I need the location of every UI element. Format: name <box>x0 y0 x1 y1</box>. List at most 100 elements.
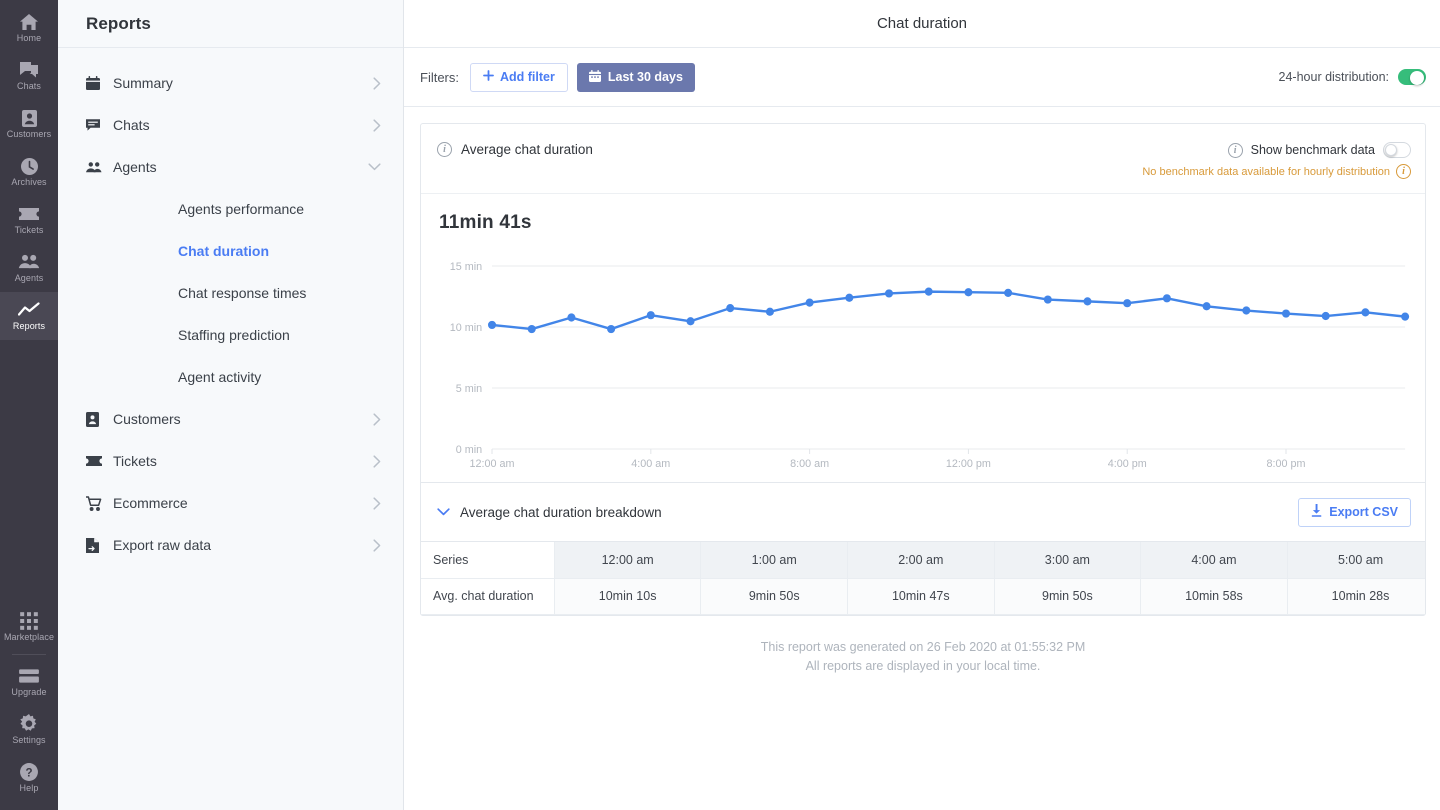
y-axis-tick-label: 0 min <box>456 444 482 456</box>
chart-data-point[interactable] <box>1004 288 1013 297</box>
rail-item-archives[interactable]: Archives <box>0 148 58 196</box>
chart-svg[interactable]: 0 min 5 min 10 min 15 min 12:00 am 4:00 am 8:0… <box>439 250 1411 476</box>
column-header: 5:00 am <box>1287 542 1425 579</box>
sidebar-item-export-raw-data[interactable]: Export raw data <box>58 524 403 566</box>
chart-data-point[interactable] <box>487 320 497 330</box>
chart-data-point[interactable] <box>1123 299 1132 308</box>
info-icon[interactable]: i <box>437 142 452 157</box>
chart-data-point[interactable] <box>1043 295 1052 304</box>
rail-item-reports[interactable]: Reports <box>0 292 58 340</box>
distribution-control: 24-hour distribution: <box>1279 69 1426 85</box>
date-range-label: Last 30 days <box>607 70 683 84</box>
report-content: i Average chat duration i Show benchmark… <box>404 107 1440 810</box>
marketplace-icon <box>20 612 38 630</box>
benchmark-toggle[interactable] <box>1383 142 1411 158</box>
sidebar-subitem-chat-duration[interactable]: Chat duration <box>58 230 403 272</box>
chart-data-point[interactable] <box>1202 302 1211 311</box>
breakdown-header: Average chat duration breakdown Export C… <box>421 482 1425 541</box>
rail-item-tickets[interactable]: Tickets <box>0 196 58 244</box>
chart-data-point[interactable] <box>1083 297 1092 306</box>
sidebar-item-summary[interactable]: Summary <box>58 62 403 104</box>
sidebar-item-ecommerce[interactable]: Ecommerce <box>58 482 403 524</box>
chart-data-point[interactable] <box>805 298 814 307</box>
export-csv-button[interactable]: Export CSV <box>1298 497 1411 527</box>
plus-icon <box>483 70 494 84</box>
chart-data-point[interactable] <box>964 288 973 297</box>
svg-text:?: ? <box>25 767 32 779</box>
chart-data-point[interactable] <box>1401 312 1410 321</box>
chart-data-point[interactable] <box>1242 306 1251 315</box>
add-filter-button[interactable]: Add filter <box>470 62 568 92</box>
sidebar-subitem-label: Chat response times <box>178 285 307 301</box>
rail-item-help[interactable]: ? Help <box>0 754 58 802</box>
chart-line <box>490 290 1407 331</box>
calendar-icon <box>588 69 601 85</box>
sidebar-subitem-staffing-prediction[interactable]: Staffing prediction <box>58 314 403 356</box>
date-range-button[interactable]: Last 30 days <box>576 62 695 92</box>
rail-item-label: Help <box>19 783 39 793</box>
customers-icon <box>18 108 40 128</box>
rail-bottom-group: Marketplace Upgrade Settings ? Help <box>0 603 58 810</box>
sidebar-item-label: Agents <box>113 159 157 175</box>
rail-item-customers[interactable]: Customers <box>0 100 58 148</box>
sidebar-item-agents[interactable]: Agents <box>58 146 403 188</box>
table-row: Avg. chat duration 10min 10s 9min 50s 10… <box>421 578 1425 615</box>
table-header-row: Series 12:00 am 1:00 am 2:00 am 3:00 am … <box>421 542 1425 579</box>
average-value: 11min 41s <box>439 212 532 233</box>
chart-data-point[interactable] <box>884 289 894 298</box>
chart-data-point[interactable] <box>726 303 735 313</box>
benchmark-note-text: No benchmark data available for hourly d… <box>1142 165 1390 178</box>
export-csv-label: Export CSV <box>1329 505 1398 519</box>
chart-data-point[interactable] <box>765 307 774 316</box>
y-axis-tick-label: 5 min <box>456 383 482 395</box>
chart-data-point[interactable] <box>567 313 576 322</box>
table-cell: 10min 47s <box>847 578 995 615</box>
contact-card-icon <box>86 411 104 427</box>
y-axis-tick-label: 10 min <box>450 322 482 334</box>
chart-data-point[interactable] <box>646 311 655 320</box>
tickets-icon <box>19 208 39 220</box>
sidebar-item-customers[interactable]: Customers <box>58 398 403 440</box>
info-icon[interactable]: i <box>1396 164 1411 179</box>
chart-data-point[interactable] <box>1162 294 1171 303</box>
chart-data-point[interactable] <box>845 293 854 302</box>
column-header: 1:00 am <box>700 542 848 579</box>
chevron-right-icon <box>373 454 381 468</box>
rail-item-label: Customers <box>6 129 52 139</box>
info-icon[interactable]: i <box>1227 142 1243 158</box>
rail-item-settings[interactable]: Settings <box>0 706 58 754</box>
rail-item-agents[interactable]: Agents <box>0 244 58 292</box>
agents-icon <box>86 161 104 173</box>
upgrade-icon <box>19 669 39 683</box>
app-nav-rail: Home Chats Customers Archives Tickets Ag… <box>0 0 58 810</box>
top-bar: Chat duration <box>404 0 1440 48</box>
chevron-right-icon <box>373 412 381 426</box>
chart-data-point[interactable] <box>1281 309 1291 318</box>
rail-item-upgrade[interactable]: Upgrade <box>0 658 58 706</box>
chart-data-point[interactable] <box>607 324 616 334</box>
card-header: i Average chat duration i Show benchmark… <box>421 124 1425 194</box>
chevron-right-icon <box>373 496 381 510</box>
main-content: Chat duration Filters: Add filter Last 3… <box>404 0 1440 810</box>
sidebar-item-tickets[interactable]: Tickets <box>58 440 403 482</box>
rail-item-label: Marketplace <box>3 632 55 642</box>
breakdown-table: Series 12:00 am 1:00 am 2:00 am 3:00 am … <box>421 542 1425 615</box>
sidebar-subitem-agents-performance[interactable]: Agents performance <box>58 188 403 230</box>
rail-item-home[interactable]: Home <box>0 4 58 52</box>
sidebar-item-chats[interactable]: Chats <box>58 104 403 146</box>
chart-data-point[interactable] <box>1361 308 1370 317</box>
rail-item-marketplace[interactable]: Marketplace <box>0 603 58 651</box>
report-title: Chat duration <box>876 15 968 32</box>
chart-data-point[interactable] <box>924 287 933 296</box>
chart-data-point[interactable] <box>686 317 695 326</box>
sidebar-subitem-chat-response-times[interactable]: Chat response times <box>58 272 403 314</box>
chevron-down-icon[interactable] <box>437 508 450 516</box>
breakdown-table-wrap[interactable]: Series 12:00 am 1:00 am 2:00 am 3:00 am … <box>421 541 1425 615</box>
chevron-right-icon <box>373 76 381 90</box>
sidebar-subitem-label: Chat duration <box>178 243 269 259</box>
sidebar-subitem-agent-activity[interactable]: Agent activity <box>58 356 403 398</box>
chart-data-point[interactable] <box>527 324 536 334</box>
distribution-toggle[interactable] <box>1398 69 1426 85</box>
rail-item-chats[interactable]: Chats <box>0 52 58 100</box>
chart-data-point[interactable] <box>1321 311 1330 321</box>
